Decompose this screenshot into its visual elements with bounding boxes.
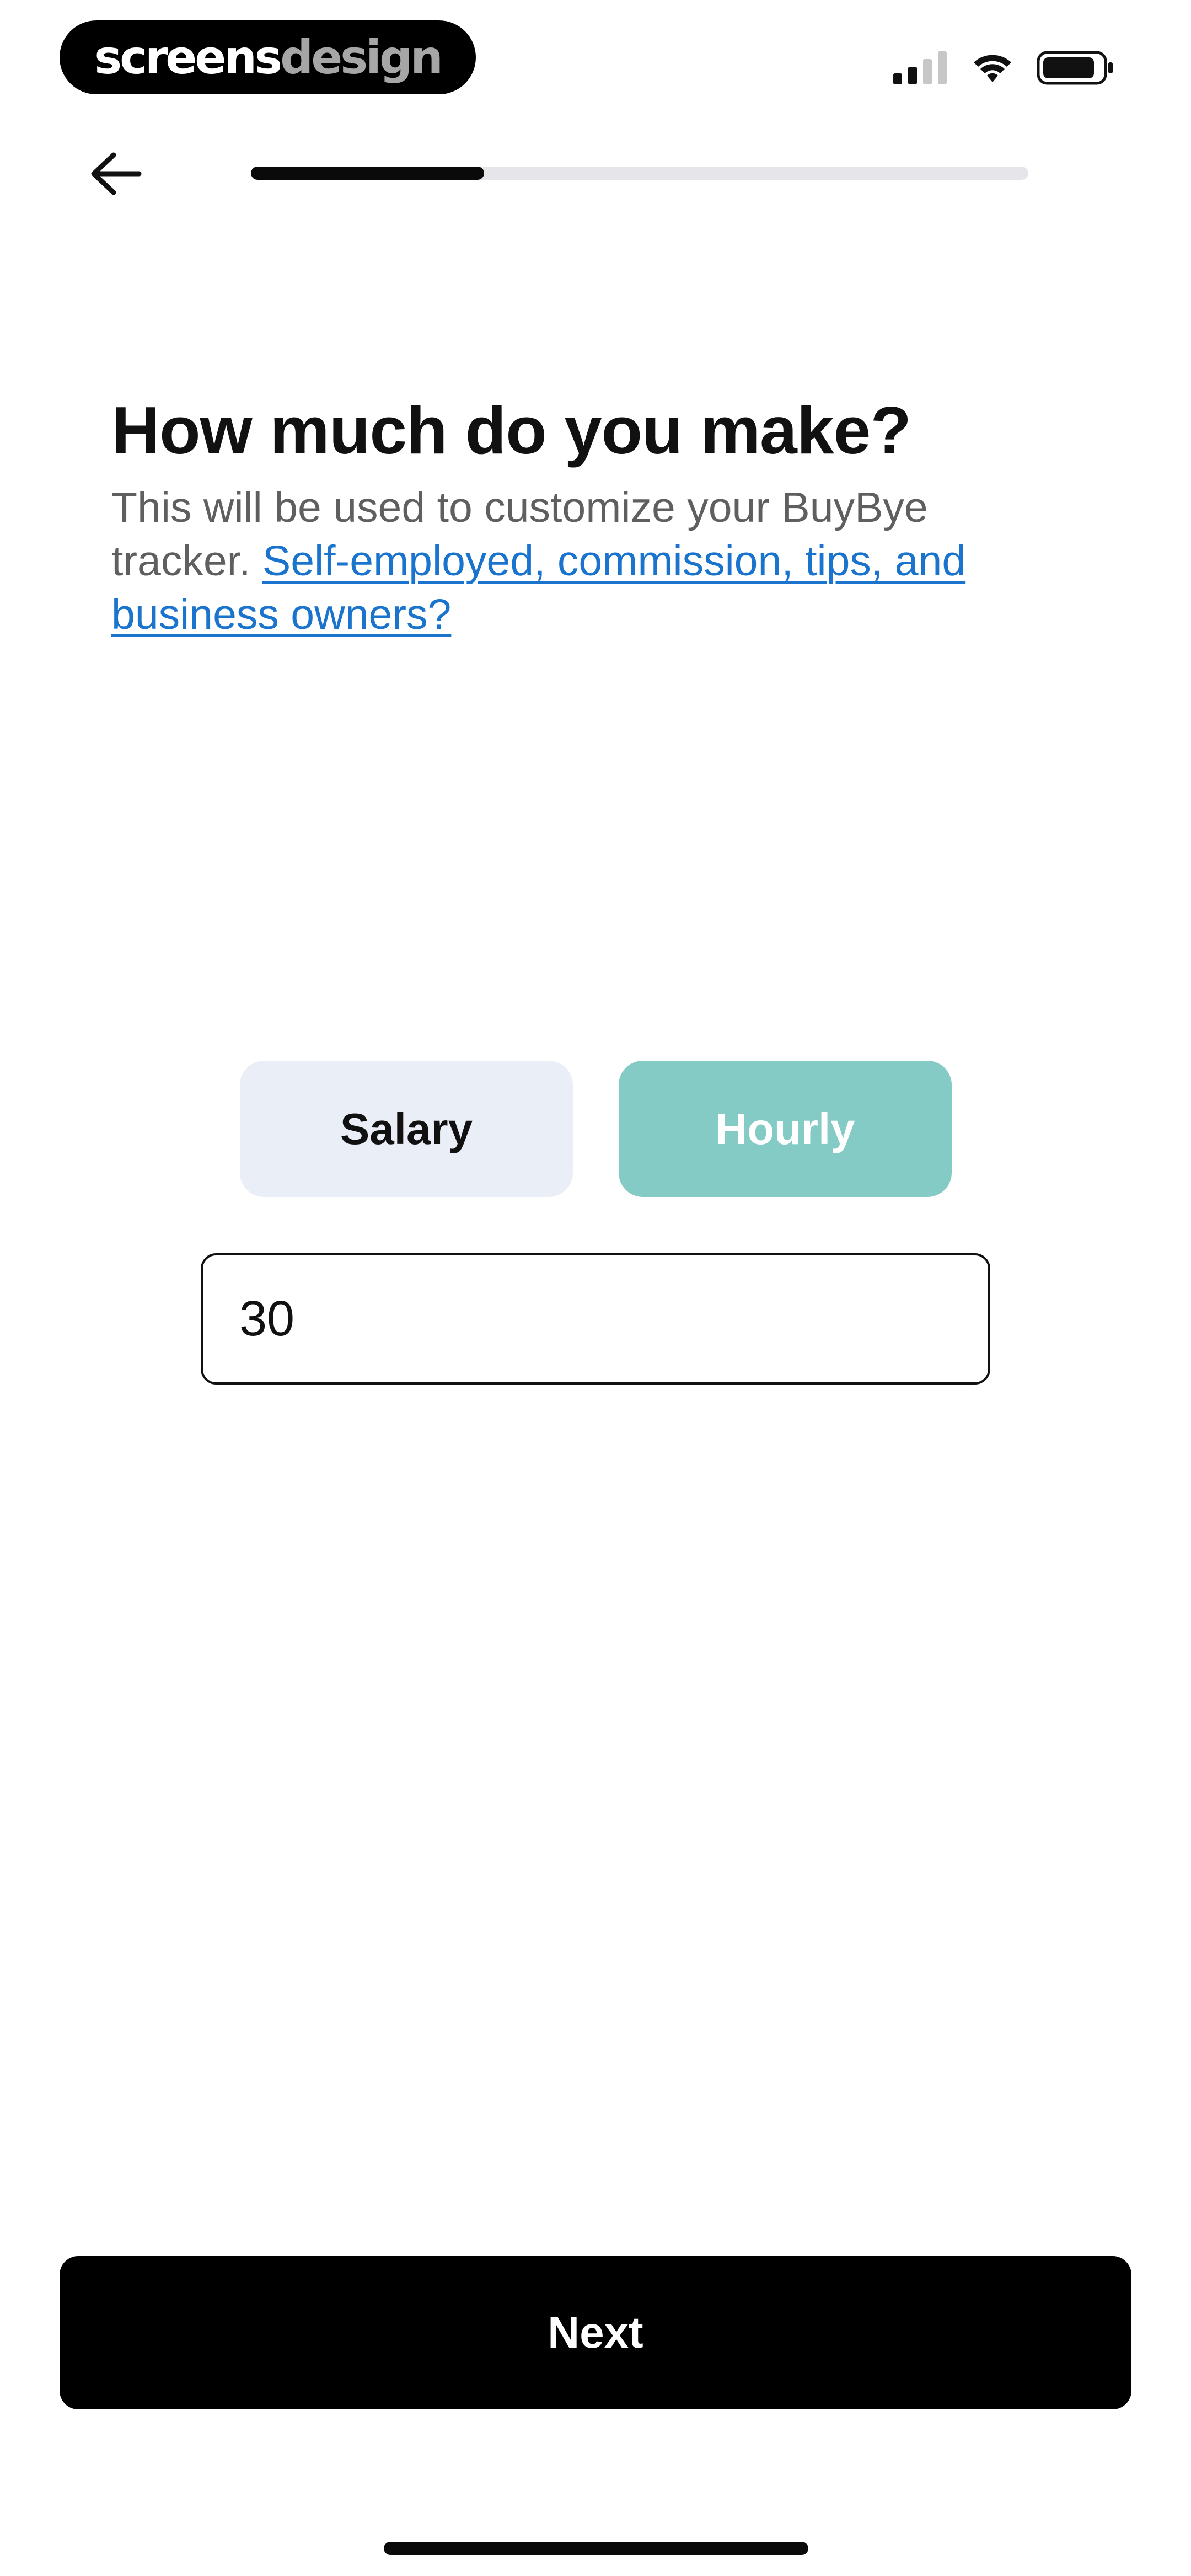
- cellular-signal-icon: [893, 51, 947, 84]
- arrow-left-icon: [91, 152, 142, 195]
- back-button[interactable]: [83, 141, 149, 207]
- status-icons: [893, 49, 1114, 87]
- progress-bar-fill: [251, 167, 484, 180]
- page-subtitle: This will be used to customize your BuyB…: [111, 481, 1005, 642]
- page-title: How much do you make?: [111, 393, 911, 468]
- battery-icon: [1037, 51, 1113, 85]
- hourly-rate-input[interactable]: [201, 1253, 990, 1385]
- next-button[interactable]: Next: [60, 2256, 1131, 2409]
- logo-text-screens: screens: [94, 30, 282, 84]
- screensdesign-logo: screens design: [60, 20, 476, 94]
- home-indicator: [384, 2542, 808, 2555]
- salary-option-button[interactable]: Salary: [240, 1061, 573, 1197]
- progress-bar: [251, 167, 1028, 180]
- wifi-icon: [974, 55, 1011, 82]
- logo-text-design: design: [280, 30, 443, 84]
- pay-type-toggle: Salary Hourly: [240, 1061, 952, 1197]
- hourly-option-button[interactable]: Hourly: [619, 1061, 952, 1197]
